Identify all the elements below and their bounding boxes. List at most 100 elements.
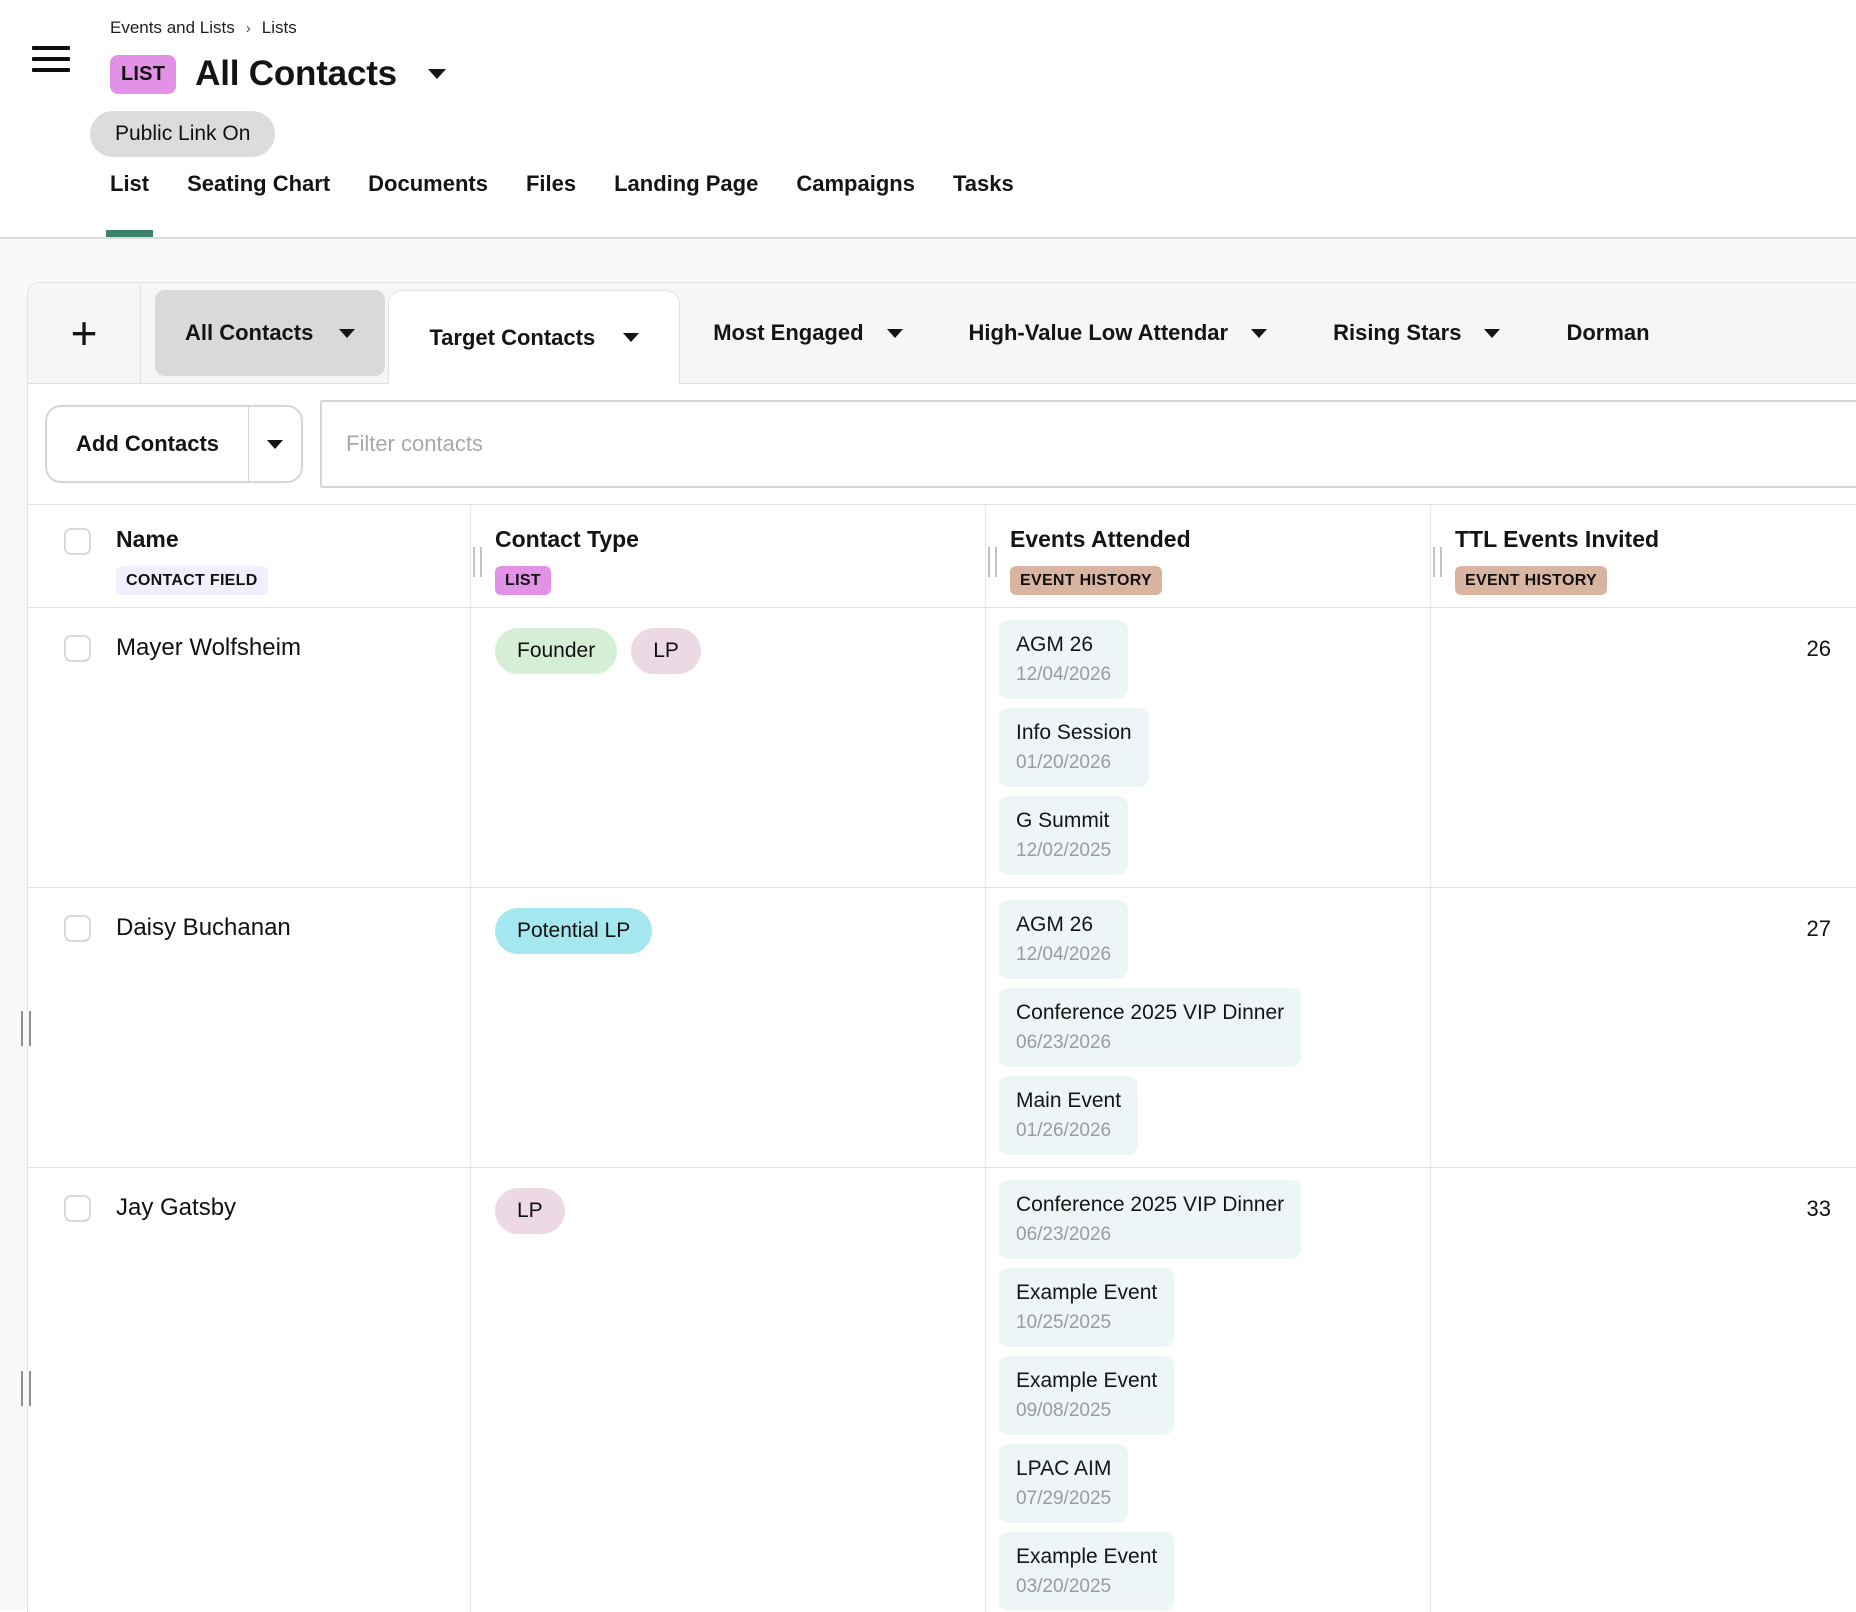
event-chip[interactable]: G Summit12/02/2025 <box>999 796 1128 875</box>
event-chip[interactable]: AGM 2612/04/2026 <box>999 620 1128 699</box>
contact-type-cell: Founder LP <box>470 608 985 887</box>
contact-type-chip-founder[interactable]: Founder <box>495 628 617 674</box>
event-date: 12/04/2026 <box>1016 943 1111 966</box>
row-checkbox[interactable] <box>64 915 91 942</box>
tab-documents[interactable]: Documents <box>368 171 488 237</box>
event-chip[interactable]: Info Session01/20/2026 <box>999 708 1149 787</box>
app-header: Events and Lists›Lists LIST All Contacts… <box>0 0 1856 239</box>
list-card: + All Contacts Target Contacts Most Engage… <box>27 282 1856 1612</box>
hamburger-menu-icon[interactable] <box>32 46 70 79</box>
events-attended-cell: AGM 26 12/04/2026 Conference 2025 VIP Dinn… <box>985 888 1430 1167</box>
add-segment-button[interactable]: + <box>28 283 141 383</box>
segment-tab-dorman[interactable]: Dorman <box>1533 320 1682 346</box>
tab-landing-page[interactable]: Landing Page <box>614 171 758 237</box>
chevron-down-icon <box>1484 329 1500 338</box>
segment-tab-label: All Contacts <box>185 320 313 346</box>
table-header-row: Name CONTACT FIELD Contact TypeLISTEvents … <box>28 504 1856 608</box>
event-date: 12/04/2026 <box>1016 663 1111 686</box>
segment-tab-most-engaged[interactable]: Most Engaged <box>680 320 935 346</box>
table-body: Mayer WolfsheimFounderLPAGM 2612/04/2026… <box>28 608 1856 1612</box>
row-drag-handle[interactable] <box>21 1371 31 1406</box>
event-chip[interactable]: AGM 26 12/04/2026 <box>999 900 1128 979</box>
column-drag-handle[interactable] <box>1433 547 1442 577</box>
breadcrumb-item-lists[interactable]: Lists <box>262 18 297 38</box>
select-all-checkbox[interactable] <box>64 528 91 555</box>
event-name: Example Event <box>1016 1279 1157 1306</box>
add-contacts-dropdown[interactable] <box>248 407 301 481</box>
ttl-events-invited-cell: 33 <box>1430 1168 1856 1612</box>
public-link-status-pill[interactable]: Public Link On <box>90 111 275 157</box>
chevron-down-icon[interactable] <box>428 69 446 79</box>
contact-name: Daisy Buchanan <box>116 914 470 942</box>
page-title: All Contacts <box>195 54 397 94</box>
chevron-down-icon <box>267 440 283 449</box>
row-checkbox[interactable] <box>64 635 91 662</box>
column-drag-handle[interactable] <box>473 547 482 577</box>
column-header-events-attended: Events AttendedEVENT HISTORY <box>985 505 1430 607</box>
tab-list[interactable]: List <box>110 171 149 237</box>
event-name: Conference 2025 VIP Dinner <box>1016 1191 1284 1218</box>
main-content: + All Contacts Target Contacts Most Engage… <box>0 239 1856 1610</box>
segment-tab-strip: + All Contacts Target Contacts Most Engage… <box>28 283 1856 384</box>
column-drag-handle[interactable] <box>988 547 997 577</box>
contact-type-chip-lp[interactable]: LP <box>495 1188 565 1234</box>
chevron-down-icon <box>1251 329 1267 338</box>
segment-tab-target-contacts[interactable]: Target Contacts <box>388 290 680 384</box>
column-title: TTL Events Invited <box>1455 526 1856 553</box>
segment-tab-label: Target Contacts <box>429 325 595 351</box>
event-date: 06/23/2026 <box>1016 1223 1284 1246</box>
row-checkbox[interactable] <box>64 1195 91 1222</box>
segment-tab-label: Rising Stars <box>1333 320 1461 346</box>
event-name: Main Event <box>1016 1087 1121 1114</box>
event-chip[interactable]: Example Event 03/20/2025 <box>999 1532 1174 1611</box>
tab-tasks[interactable]: Tasks <box>953 171 1014 237</box>
table-row: Daisy Buchanan Potential LP AGM 26 12/04/20… <box>28 888 1856 1168</box>
event-chip[interactable]: LPAC AIM07/29/2025 <box>999 1444 1128 1523</box>
column-type-badge: LIST <box>495 566 551 595</box>
segment-tab-high-value-low-attendar[interactable]: High-Value Low Attendar <box>936 320 1301 346</box>
event-chip[interactable]: Conference 2025 VIP Dinner 06/23/2026 <box>999 1180 1301 1259</box>
event-name: Example Event <box>1016 1543 1157 1570</box>
segment-tabs: All Contacts Target Contacts Most EngagedH… <box>141 283 1856 383</box>
contact-type-chip-potential-lp[interactable]: Potential LP <box>495 908 652 954</box>
event-name: AGM 26 <box>1016 911 1111 938</box>
tab-files[interactable]: Files <box>526 171 576 237</box>
primary-nav: List Seating Chart Documents Files Landing P… <box>110 171 1014 237</box>
event-chip[interactable]: Conference 2025 VIP Dinner06/23/2026 <box>999 988 1301 1067</box>
segment-tab-rising-stars[interactable]: Rising Stars <box>1300 320 1533 346</box>
contact-name: Jay Gatsby <box>116 1194 470 1222</box>
event-chip[interactable]: Example Event 10/25/2025 <box>999 1268 1174 1347</box>
event-date: 12/02/2025 <box>1016 839 1111 862</box>
add-contacts-button[interactable]: Add Contacts <box>47 407 248 481</box>
column-header-name: Name CONTACT FIELD <box>28 505 470 607</box>
event-date: 07/29/2025 <box>1016 1487 1111 1510</box>
title-row: LIST All Contacts <box>110 54 446 94</box>
column-header-ttl-events-invited: TTL Events InvitedEVENT HISTORY <box>1430 505 1856 607</box>
column-title: Name <box>116 526 470 553</box>
segment-tab-label: Dorman <box>1566 320 1649 346</box>
ttl-events-invited-cell: 27 <box>1430 888 1856 1167</box>
event-date: 03/20/2025 <box>1016 1575 1157 1598</box>
segment-tab-all-contacts[interactable]: All Contacts <box>155 290 385 376</box>
event-date: 06/23/2026 <box>1016 1031 1284 1054</box>
event-date: 09/08/2025 <box>1016 1399 1157 1422</box>
event-chip[interactable]: Example Event09/08/2025 <box>999 1356 1174 1435</box>
column-type-badge: CONTACT FIELD <box>116 566 268 595</box>
column-header-contact-type: Contact TypeLIST <box>470 505 985 607</box>
breadcrumb: Events and Lists›Lists <box>110 18 297 38</box>
chevron-down-icon <box>339 329 355 338</box>
tab-seating-chart[interactable]: Seating Chart <box>187 171 330 237</box>
row-drag-handle[interactable] <box>21 1011 31 1046</box>
tab-campaigns[interactable]: Campaigns <box>796 171 915 237</box>
chevron-down-icon <box>887 329 903 338</box>
add-contacts-split-button: Add Contacts <box>45 405 303 483</box>
filter-contacts-input[interactable] <box>320 400 1856 488</box>
contact-type-cell: LP <box>470 1168 985 1612</box>
contact-type-chip-lp[interactable]: LP <box>631 628 701 674</box>
table-row: Mayer WolfsheimFounderLPAGM 2612/04/2026… <box>28 608 1856 888</box>
breadcrumb-item-events-and-lists[interactable]: Events and Lists <box>110 18 235 38</box>
event-date: 01/20/2026 <box>1016 751 1132 774</box>
event-date: 10/25/2025 <box>1016 1311 1157 1334</box>
table-row: Jay Gatsby LP Conference 2025 VIP Dinner 06… <box>28 1168 1856 1612</box>
event-chip[interactable]: Main Event01/26/2026 <box>999 1076 1138 1155</box>
